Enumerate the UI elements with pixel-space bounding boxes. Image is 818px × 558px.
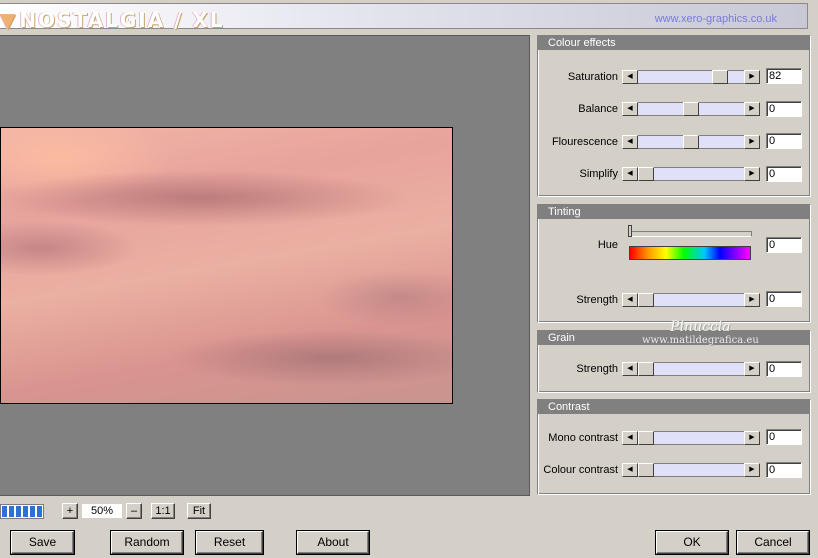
grain-strength-label: Strength	[576, 363, 618, 375]
saturation-label: Saturation	[567, 71, 618, 83]
panel-title: Colour effects	[538, 36, 810, 50]
arrow-left-icon[interactable]: ◀	[622, 167, 638, 181]
arrow-right-icon[interactable]: ▶	[744, 135, 760, 149]
tinting-panel: Tinting Hue 0 Strength ◀ ▶ 0	[537, 204, 811, 323]
arrow-left-icon[interactable]: ◀	[622, 431, 638, 445]
hue-slider-thumb[interactable]	[628, 225, 632, 237]
saturation-slider-thumb[interactable]	[712, 70, 728, 84]
colour-effects-panel: Colour effects Saturation ◀ ▶ 82 Balance…	[537, 35, 811, 197]
arrow-left-icon[interactable]: ◀	[622, 293, 638, 307]
cancel-button[interactable]: Cancel	[737, 531, 809, 554]
tint-strength-label: Strength	[576, 294, 618, 306]
balance-label: Balance	[578, 103, 618, 115]
simplify-slider[interactable]: ◀ ▶	[622, 167, 760, 181]
grain-strength-value-field[interactable]: 0	[766, 361, 802, 377]
arrow-left-icon[interactable]: ◀	[622, 135, 638, 149]
simplify-label: Simplify	[579, 168, 618, 180]
flourescence-value-field[interactable]: 0	[766, 133, 802, 149]
arrow-left-icon[interactable]: ◀	[622, 102, 638, 116]
zoom-in-button[interactable]: +	[62, 503, 78, 519]
arrow-right-icon[interactable]: ▶	[744, 293, 760, 307]
ok-button[interactable]: OK	[656, 531, 728, 554]
watermark: Pinuccia www.matildegrafica.eu	[642, 320, 759, 348]
arrow-left-icon[interactable]: ◀	[622, 463, 638, 477]
preview-area	[0, 35, 530, 496]
arrow-right-icon[interactable]: ▶	[744, 431, 760, 445]
zoom-value: 50%	[81, 503, 123, 519]
watermark-name: Pinuccia	[670, 319, 731, 335]
arrow-right-icon[interactable]: ▶	[744, 102, 760, 116]
render-progress-bar	[0, 504, 44, 519]
flourescence-label: Flourescence	[551, 136, 618, 148]
zoom-actual-size-button[interactable]: 1:1	[151, 503, 175, 519]
random-button[interactable]: Random	[111, 531, 183, 554]
balance-slider[interactable]: ◀ ▶	[622, 102, 760, 116]
about-button[interactable]: About	[297, 531, 369, 554]
mono-contrast-slider-thumb[interactable]	[638, 431, 654, 445]
flourescence-slider-thumb[interactable]	[683, 135, 699, 149]
website-link[interactable]: www.xero-graphics.co.uk	[655, 13, 777, 25]
preview-image[interactable]	[0, 127, 453, 404]
logo-text: NOSTALGIA / XL	[19, 8, 225, 32]
panel-title: Tinting	[538, 205, 810, 219]
mono-contrast-slider[interactable]: ◀ ▶	[622, 431, 760, 445]
app-logo: ▼ NOSTALGIA / XL	[0, 8, 225, 32]
hue-label: Hue	[597, 239, 618, 251]
hue-slider[interactable]	[630, 231, 752, 237]
header: ▼ NOSTALGIA / XL www.xero-graphics.co.uk	[0, 0, 818, 32]
zoom-out-button[interactable]: –	[126, 503, 142, 519]
reset-button[interactable]: Reset	[196, 531, 263, 554]
colour-contrast-slider[interactable]: ◀ ▶	[622, 463, 760, 477]
arrow-right-icon[interactable]: ▶	[744, 463, 760, 477]
balance-value-field[interactable]: 0	[766, 101, 802, 117]
contrast-panel: Contrast Mono contrast ◀ ▶ 0 Colour cont…	[537, 399, 811, 495]
balance-slider-thumb[interactable]	[683, 102, 699, 116]
mono-contrast-value-field[interactable]: 0	[766, 429, 802, 445]
grain-strength-slider-thumb[interactable]	[638, 362, 654, 376]
logo-mark: ▼	[0, 8, 18, 32]
hue-spectrum-bar	[629, 246, 751, 260]
colour-contrast-slider-thumb[interactable]	[638, 463, 654, 477]
simplify-value-field[interactable]: 0	[766, 166, 802, 182]
tint-strength-slider[interactable]: ◀ ▶	[622, 293, 760, 307]
arrow-right-icon[interactable]: ▶	[744, 362, 760, 376]
save-button[interactable]: Save	[11, 531, 74, 554]
grain-strength-slider[interactable]: ◀ ▶	[622, 362, 760, 376]
colour-contrast-value-field[interactable]: 0	[766, 462, 802, 478]
arrow-right-icon[interactable]: ▶	[744, 70, 760, 84]
header-bar: ▼ NOSTALGIA / XL www.xero-graphics.co.uk	[0, 3, 808, 32]
hue-value-field[interactable]: 0	[766, 237, 802, 253]
arrow-left-icon[interactable]: ◀	[622, 70, 638, 84]
zoom-bar: + 50% – 1:1 Fit	[0, 503, 530, 521]
saturation-slider[interactable]: ◀ ▶	[622, 70, 760, 84]
colour-contrast-label: Colour contrast	[543, 464, 618, 476]
arrow-left-icon[interactable]: ◀	[622, 362, 638, 376]
tint-strength-slider-thumb[interactable]	[638, 293, 654, 307]
mono-contrast-label: Mono contrast	[548, 432, 618, 444]
zoom-fit-button[interactable]: Fit	[187, 503, 211, 519]
tint-strength-value-field[interactable]: 0	[766, 291, 802, 307]
flourescence-slider[interactable]: ◀ ▶	[622, 135, 760, 149]
saturation-value-field[interactable]: 82	[766, 68, 802, 84]
panel-title: Contrast	[538, 400, 810, 414]
simplify-slider-thumb[interactable]	[638, 167, 654, 181]
render-progress-fill	[2, 506, 42, 517]
watermark-url: www.matildegrafica.eu	[642, 335, 759, 346]
arrow-right-icon[interactable]: ▶	[744, 167, 760, 181]
